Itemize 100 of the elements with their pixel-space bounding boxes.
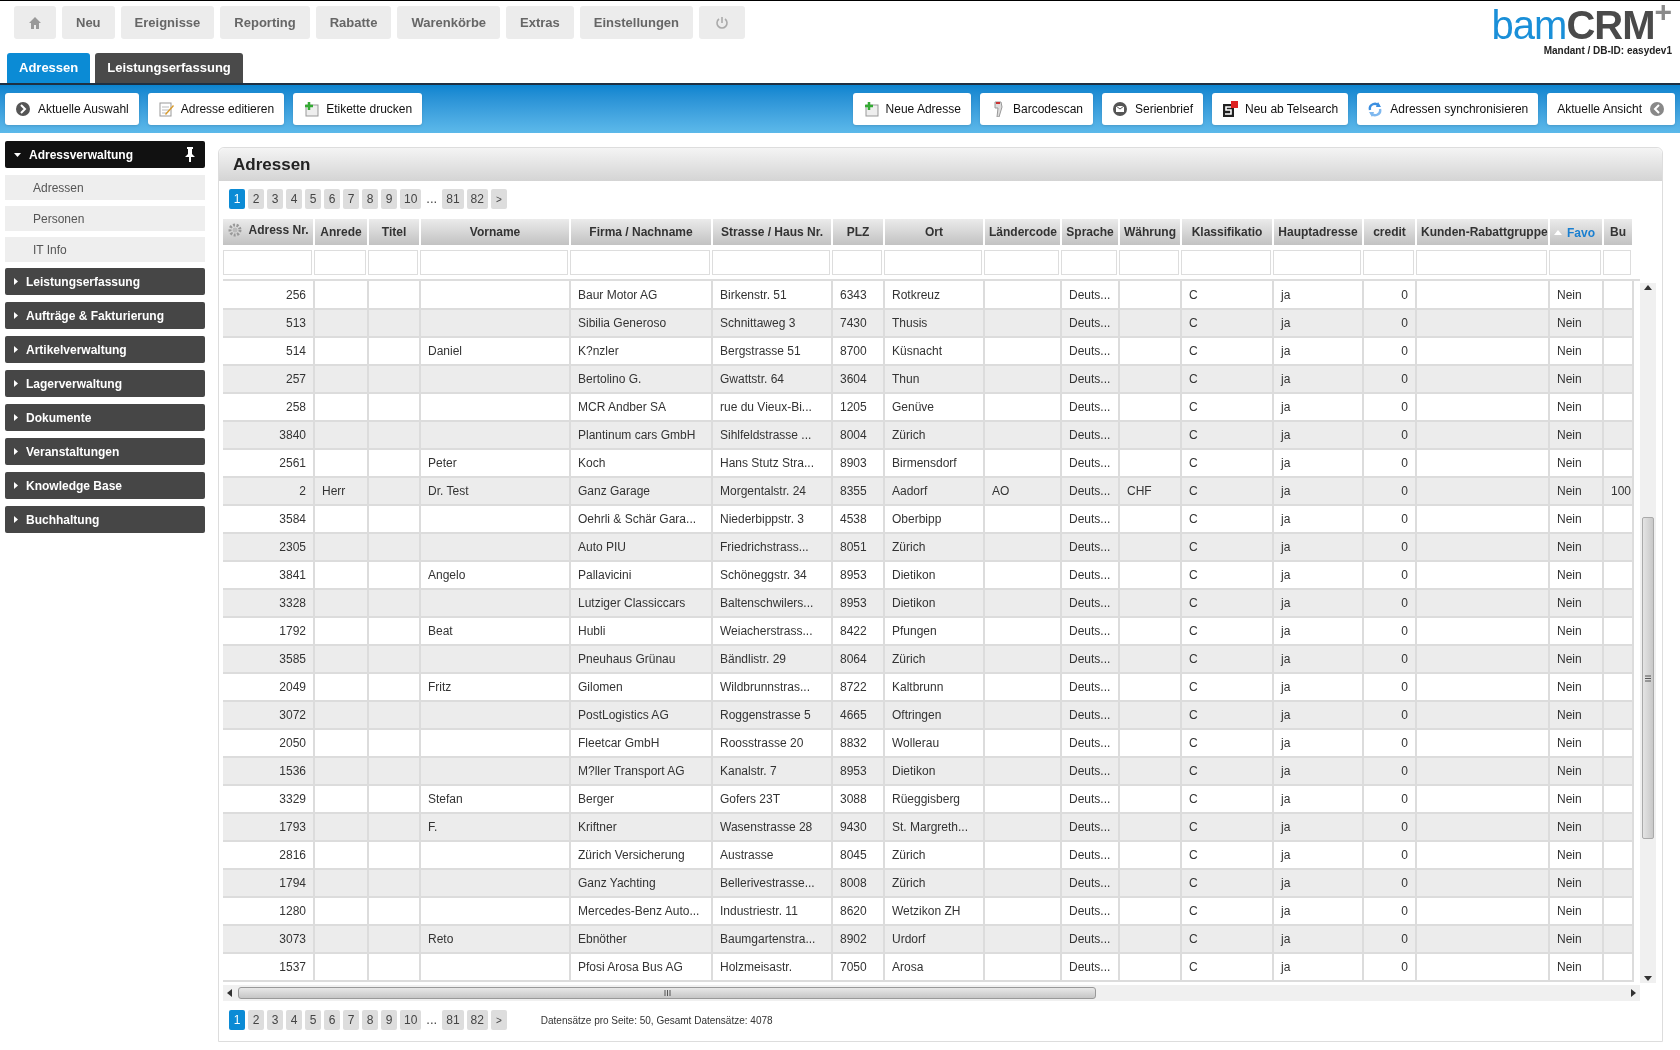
sidebar-section[interactable]: Aufträge & Fakturierung — [5, 302, 205, 329]
sidebar-section[interactable]: Adressverwaltung — [5, 141, 205, 168]
sidebar-section[interactable]: Buchhaltung — [5, 506, 205, 533]
filter-field[interactable] — [1363, 249, 1414, 275]
scroll-left-icon[interactable] — [227, 989, 232, 997]
column-header[interactable]: Anrede — [314, 219, 368, 245]
column-header[interactable]: Strasse / Haus Nr. — [712, 219, 832, 245]
filter-field[interactable] — [570, 249, 710, 275]
page-button[interactable]: 7 — [343, 1010, 359, 1030]
page-button[interactable]: 4 — [286, 1010, 302, 1030]
column-header[interactable]: credit — [1363, 219, 1416, 245]
page-button[interactable]: 7 — [343, 189, 359, 209]
tab[interactable]: Adressen — [7, 53, 91, 83]
page-button[interactable]: 10 — [400, 189, 422, 209]
sidebar-section[interactable]: Leistungserfassung — [5, 268, 205, 295]
page-button[interactable]: 81 — [442, 1010, 464, 1030]
page-button[interactable]: 1 — [229, 1010, 245, 1030]
filter-field[interactable] — [368, 249, 418, 275]
page-button[interactable]: 3 — [267, 1010, 283, 1030]
sidebar-section[interactable]: Knowledge Base — [5, 472, 205, 499]
column-header[interactable]: Klassifikatio — [1181, 219, 1273, 245]
page-button[interactable]: 5 — [305, 189, 321, 209]
page-button[interactable]: 6 — [324, 1010, 340, 1030]
page-button[interactable]: 82 — [466, 1010, 488, 1030]
sidebar-section[interactable]: Lagerverwaltung — [5, 370, 205, 397]
sidebar-item[interactable]: Adressen — [5, 175, 205, 200]
sidebar-section[interactable]: Dokumente — [5, 404, 205, 431]
column-header[interactable]: Sprache — [1061, 219, 1119, 245]
filter-field[interactable] — [314, 249, 366, 275]
column-header[interactable]: Bu — [1603, 219, 1633, 245]
filter-field[interactable] — [223, 249, 312, 275]
column-header[interactable]: Hauptadresse — [1273, 219, 1363, 245]
filter-field[interactable] — [1603, 249, 1631, 275]
column-header[interactable]: Titel — [368, 219, 420, 245]
filter-field[interactable] — [884, 249, 982, 275]
filter-field[interactable] — [420, 249, 568, 275]
page-button[interactable]: 81 — [442, 189, 464, 209]
page-button[interactable]: 9 — [381, 189, 397, 209]
page-button[interactable]: 9 — [381, 1010, 397, 1030]
column-header[interactable]: PLZ — [832, 219, 884, 245]
column-header[interactable]: Kunden-Rabattgruppe — [1416, 219, 1549, 245]
page-button[interactable]: 8 — [362, 189, 378, 209]
menu-button[interactable]: Extras — [506, 6, 574, 39]
toolbar-button[interactable]: Neu ab Telsearch — [1212, 93, 1349, 125]
page-button[interactable]: 82 — [466, 189, 488, 209]
toolbar-button[interactable]: Neue Adresse — [852, 93, 971, 125]
toolbar-button[interactable]: Barcodescan — [979, 93, 1093, 125]
column-header[interactable]: Adress Nr. — [223, 219, 314, 245]
column-header[interactable]: Währung — [1119, 219, 1181, 245]
page-button[interactable]: 8 — [362, 1010, 378, 1030]
next-page-button[interactable]: > — [490, 189, 507, 209]
filter-field[interactable] — [1273, 249, 1361, 275]
menu-button[interactable]: Reporting — [220, 6, 310, 39]
scroll-right-icon[interactable] — [1631, 989, 1636, 997]
scroll-down-icon[interactable] — [1644, 976, 1652, 981]
power-button[interactable] — [699, 6, 746, 39]
filter-field[interactable] — [1181, 249, 1271, 275]
page-button[interactable]: 2 — [248, 1010, 264, 1030]
sidebar-item[interactable]: IT Info — [5, 237, 205, 262]
filter-field[interactable] — [1549, 249, 1601, 275]
horizontal-scrollbar[interactable] — [223, 985, 1640, 1001]
page-button[interactable]: 1 — [229, 189, 245, 209]
scroll-thumb[interactable] — [1642, 517, 1654, 839]
page-button[interactable]: 2 — [248, 189, 264, 209]
page-button[interactable]: 10 — [400, 1010, 422, 1030]
sidebar-item[interactable]: Personen — [5, 206, 205, 231]
page-button[interactable]: 5 — [305, 1010, 321, 1030]
scroll-thumb[interactable] — [238, 987, 1096, 999]
page-button[interactable]: 4 — [286, 189, 302, 209]
sidebar-section[interactable]: Veranstaltungen — [5, 438, 205, 465]
filter-field[interactable] — [1061, 249, 1117, 275]
toolbar-button[interactable]: Etikette drucken — [293, 93, 423, 125]
toolbar-button[interactable]: Serienbrief — [1102, 93, 1204, 125]
menu-button[interactable]: Neu — [62, 6, 115, 39]
table-cell: Pfosi Arosa Bus AG — [570, 953, 712, 981]
home-button[interactable] — [14, 6, 56, 39]
sidebar-section[interactable]: Artikelverwaltung — [5, 336, 205, 363]
column-header[interactable]: Ort — [884, 219, 984, 245]
column-header[interactable]: Vorname — [420, 219, 570, 245]
vertical-scrollbar[interactable] — [1640, 283, 1656, 983]
menu-button[interactable]: Ereignisse — [120, 6, 215, 39]
page-button[interactable]: 3 — [267, 189, 283, 209]
column-header[interactable]: Firma / Nachname — [570, 219, 712, 245]
toolbar-button[interactable]: Adresse editieren — [147, 93, 285, 125]
toolbar-button[interactable]: Aktuelle Auswahl — [5, 93, 139, 125]
filter-field[interactable] — [1416, 249, 1547, 275]
next-page-button[interactable]: > — [490, 1010, 507, 1030]
menu-button[interactable]: Einstellungen — [579, 6, 694, 39]
column-header[interactable]: Ländercode — [984, 219, 1061, 245]
tab[interactable]: Leistungserfassung — [95, 53, 243, 83]
scroll-up-icon[interactable] — [1644, 285, 1652, 290]
filter-field[interactable] — [832, 249, 882, 275]
filter-field[interactable] — [984, 249, 1059, 275]
page-button[interactable]: 6 — [324, 189, 340, 209]
filter-field[interactable] — [712, 249, 830, 275]
toolbar-button[interactable]: Adressen synchronisieren — [1357, 93, 1539, 125]
menu-button[interactable]: Warenkörbe — [397, 6, 501, 39]
filter-field[interactable] — [1119, 249, 1179, 275]
menu-button[interactable]: Rabatte — [315, 6, 392, 39]
toolbar-button[interactable]: Aktuelle Ansicht — [1547, 93, 1675, 125]
